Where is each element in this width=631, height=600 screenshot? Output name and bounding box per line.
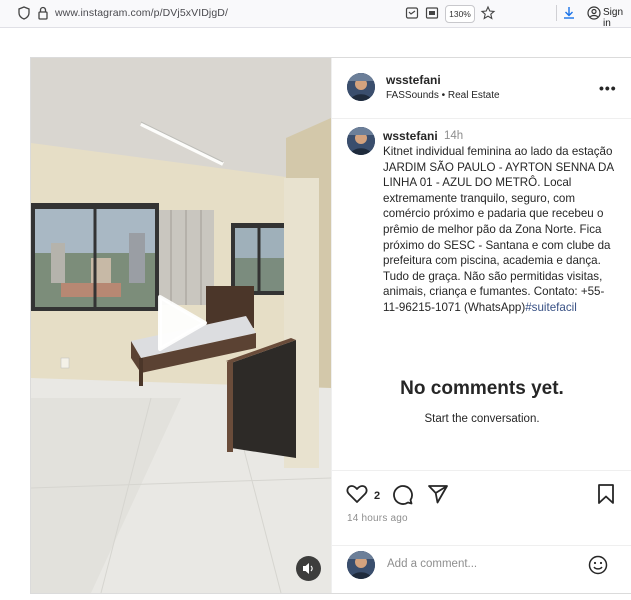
download-icon[interactable] [561, 5, 577, 21]
url-bar[interactable]: www.instagram.com/p/DVj5xVIDjgD/ [55, 7, 228, 19]
browser-toolbar: www.instagram.com/p/DVj5xVIDjgD/ 130% Si… [0, 0, 631, 29]
zoom-level[interactable]: 130% [445, 5, 475, 23]
add-comment-input[interactable]: Add a comment... [387, 558, 477, 570]
caption-time[interactable]: 14h [444, 130, 463, 142]
account-icon[interactable] [586, 5, 602, 21]
toolbar-separator [556, 5, 557, 21]
caption-username[interactable]: wsstefani [383, 129, 438, 143]
star-icon[interactable] [480, 5, 496, 21]
bookmark-icon[interactable] [597, 483, 615, 505]
viewer-avatar [347, 551, 375, 579]
no-comments-title: No comments yet. [400, 378, 564, 399]
screenshot-icon[interactable] [424, 5, 440, 21]
shield-icon[interactable] [16, 5, 32, 21]
author-username[interactable]: wsstefani [386, 73, 441, 87]
post-header: wsstefani FASSounds • Real Estate ••• [332, 58, 631, 119]
hashtag-link[interactable]: #suitefacil [525, 301, 577, 314]
avatar-image [347, 551, 375, 579]
lock-icon[interactable] [35, 5, 51, 21]
comment-composer [332, 545, 631, 594]
avatar-image [347, 127, 375, 155]
mute-button[interactable] [296, 556, 321, 581]
play-icon[interactable] [156, 294, 208, 352]
comment-icon[interactable] [391, 483, 413, 505]
sign-in-button[interactable]: Sign in [603, 7, 631, 29]
emoji-icon[interactable] [588, 555, 608, 575]
like-count[interactable]: 2 [374, 490, 380, 502]
heart-icon[interactable] [346, 484, 368, 504]
no-comments-subtitle: Start the conversation. [424, 413, 540, 425]
avatar[interactable] [347, 73, 375, 101]
speaker-icon [303, 563, 313, 574]
caption-body: Kitnet individual feminina ao lado da es… [383, 145, 614, 314]
caption-text: Kitnet individual feminina ao lado da es… [383, 144, 619, 316]
caption-avatar[interactable] [347, 127, 375, 155]
more-options-icon[interactable]: ••• [599, 80, 617, 96]
post-details-panel: wsstefani FASSounds • Real Estate ••• ws… [331, 58, 631, 593]
reader-icon[interactable] [404, 5, 420, 21]
share-icon[interactable] [427, 483, 449, 505]
post-video[interactable] [31, 58, 331, 593]
audio-and-category[interactable]: FASSounds • Real Estate [386, 90, 500, 101]
avatar-image [347, 73, 375, 101]
post-timestamp[interactable]: 14 hours ago [347, 513, 408, 524]
post-modal: wsstefani FASSounds • Real Estate ••• ws… [30, 57, 631, 594]
post-actions [332, 470, 631, 546]
